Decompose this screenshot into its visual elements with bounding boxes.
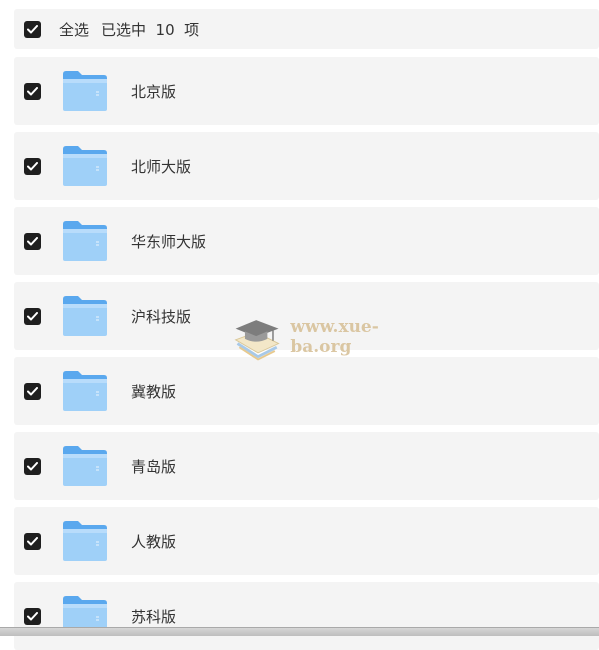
list-item[interactable]: 北京版 — [14, 57, 599, 125]
select-all-checkbox[interactable] — [24, 20, 41, 38]
watermark: www.xue-ba.org — [230, 307, 430, 367]
select-all-bar: 全选 已选中 10 项 — [14, 9, 599, 49]
folder-icon — [62, 145, 108, 187]
list-item[interactable]: 华东师大版 — [14, 207, 599, 275]
graduation-cap-logo — [234, 320, 280, 361]
list-item[interactable]: 苏科版 — [14, 582, 599, 650]
folder-icon — [62, 445, 108, 487]
check-icon — [27, 386, 38, 395]
check-icon — [27, 461, 38, 470]
check-icon — [27, 311, 38, 320]
selected-count: 已选中 10 项 — [101, 20, 200, 39]
check-icon — [27, 536, 38, 545]
check-icon — [27, 24, 38, 33]
item-name[interactable]: 人教版 — [131, 531, 176, 552]
folder-icon — [62, 370, 108, 412]
folder-icon — [62, 70, 108, 112]
item-checkbox[interactable] — [24, 307, 41, 325]
item-name[interactable]: 北京版 — [131, 81, 176, 102]
check-icon — [27, 611, 38, 620]
check-icon — [27, 236, 38, 245]
watermark-text: www.xue-ba.org — [290, 317, 379, 357]
select-all-label[interactable]: 全选 — [59, 19, 89, 40]
item-checkbox[interactable] — [24, 382, 41, 400]
folder-icon — [62, 295, 108, 337]
list-item[interactable]: 北师大版 — [14, 132, 599, 200]
list-item[interactable]: 青岛版 — [14, 432, 599, 500]
check-icon — [27, 86, 38, 95]
item-checkbox[interactable] — [24, 457, 41, 475]
list-item[interactable]: 人教版 — [14, 507, 599, 575]
check-icon — [27, 161, 38, 170]
folder-icon — [62, 520, 108, 562]
item-checkbox[interactable] — [24, 607, 41, 625]
item-checkbox[interactable] — [24, 157, 41, 175]
item-checkbox[interactable] — [24, 232, 41, 250]
item-name[interactable]: 苏科版 — [131, 606, 176, 627]
item-checkbox[interactable] — [24, 532, 41, 550]
list-item[interactable]: 冀教版 — [14, 357, 599, 425]
item-name[interactable]: 华东师大版 — [131, 231, 206, 252]
item-name[interactable]: 青岛版 — [131, 456, 176, 477]
item-name[interactable]: 沪科技版 — [131, 306, 191, 327]
item-name[interactable]: 冀教版 — [131, 381, 176, 402]
folder-icon — [62, 220, 108, 262]
item-name[interactable]: 北师大版 — [131, 156, 191, 177]
item-checkbox[interactable] — [24, 82, 41, 100]
